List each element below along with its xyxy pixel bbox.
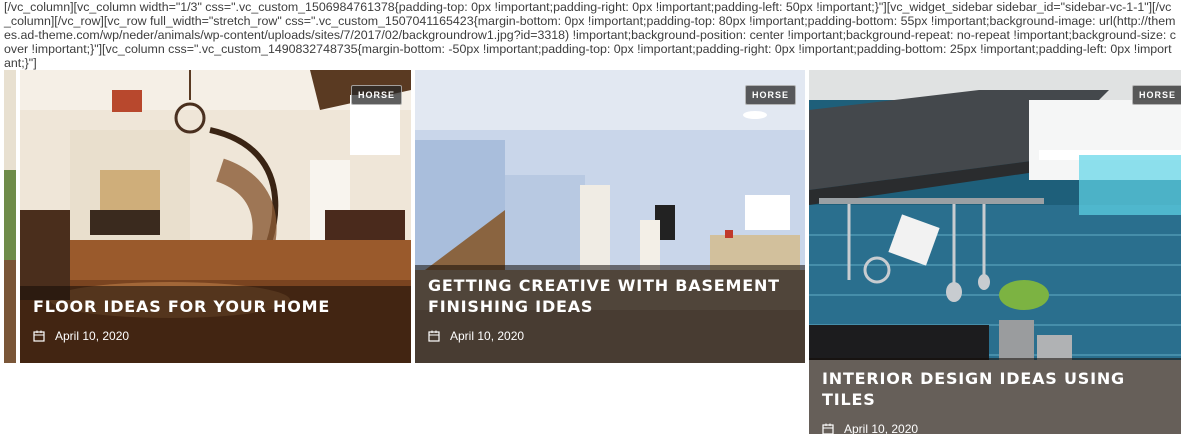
category-badge[interactable]: HORSE xyxy=(744,85,796,105)
post-meta: April 10, 2020 xyxy=(822,422,1168,434)
post-meta: April 10, 2020 xyxy=(428,329,792,343)
post-card[interactable]: HORSE INTERIOR DESIGN IDEAS USING TILES … xyxy=(809,70,1181,434)
post-meta: April 10, 2020 xyxy=(33,329,398,343)
post-caption: FLOOR IDEAS FOR YOUR HOME April 10, 2020 xyxy=(20,286,411,363)
shortcode-text: [/vc_column][vc_column width="1/3" css="… xyxy=(4,0,1176,70)
category-badge[interactable]: HORSE xyxy=(350,85,402,105)
post-date: April 10, 2020 xyxy=(844,422,919,434)
post-date: April 10, 2020 xyxy=(55,329,130,343)
post-title[interactable]: FLOOR IDEAS FOR YOUR HOME xyxy=(33,286,398,317)
previous-post-image-edge[interactable] xyxy=(4,70,16,363)
post-caption: GETTING CREATIVE WITH BASEMENT FINISHING… xyxy=(415,265,805,363)
calendar-icon xyxy=(33,330,45,342)
post-title[interactable]: INTERIOR DESIGN IDEAS USING TILES xyxy=(822,358,1168,410)
post-date: April 10, 2020 xyxy=(450,329,525,343)
post-card[interactable]: HORSE FLOOR IDEAS FOR YOUR HOME April 10… xyxy=(20,70,411,363)
post-caption: INTERIOR DESIGN IDEAS USING TILES April … xyxy=(809,358,1181,434)
calendar-icon xyxy=(822,423,834,434)
calendar-icon xyxy=(428,330,440,342)
post-card[interactable]: HORSE GETTING CREATIVE WITH BASEMENT FIN… xyxy=(415,70,805,363)
post-title[interactable]: GETTING CREATIVE WITH BASEMENT FINISHING… xyxy=(428,265,792,317)
category-badge[interactable]: HORSE xyxy=(1131,85,1181,105)
